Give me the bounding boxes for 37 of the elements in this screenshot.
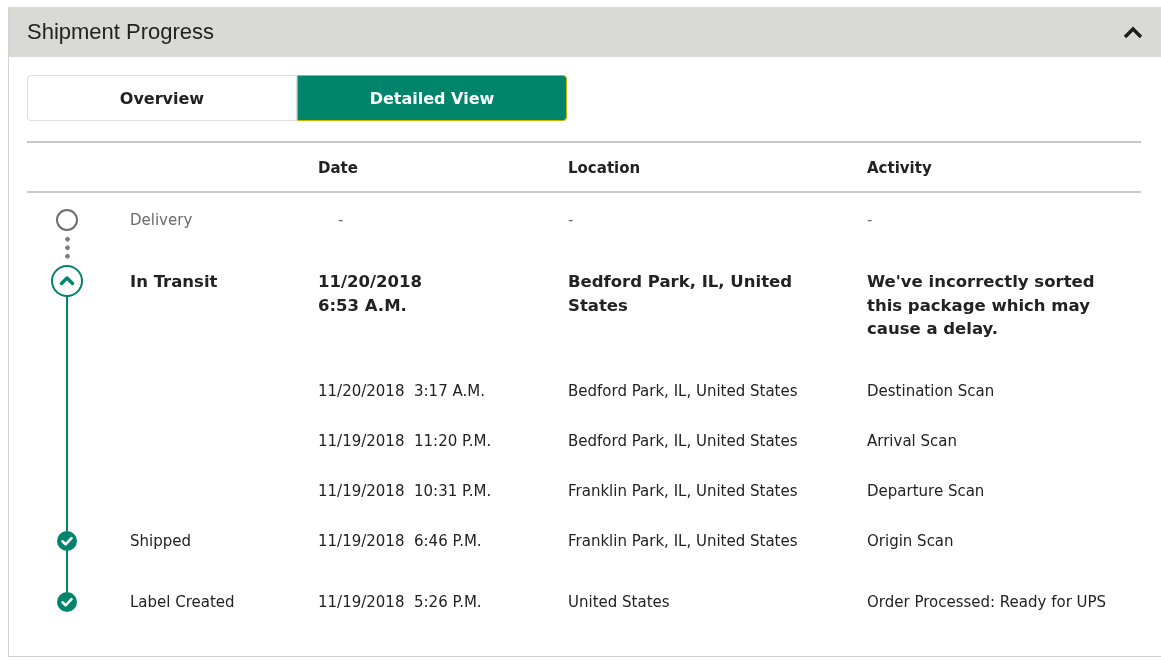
date-time-text: 11/19/2018 11:20 P.M.: [318, 431, 492, 450]
location-text: Bedford Park, IL, United States: [568, 272, 794, 315]
status-text: Label Created: [130, 592, 235, 611]
location-text: -: [568, 211, 574, 229]
chevron-up-circle-icon: [51, 265, 83, 297]
check-circle-icon: [57, 591, 77, 612]
date-time-text: 11/20/2018 6:53 A.M.: [318, 272, 423, 315]
activity-text: -: [867, 211, 873, 229]
activity-text: Order Processed: Ready for UPS: [867, 592, 1107, 611]
location-text: Franklin Park, IL, United States: [568, 531, 798, 550]
location-text: United States: [568, 592, 670, 611]
date-time-text: -: [338, 211, 344, 229]
activity-text: Destination Scan: [867, 381, 995, 400]
panel-title: Shipment Progress: [27, 19, 215, 45]
column-header: Activity: [867, 158, 932, 179]
status-text: Delivery: [130, 211, 193, 229]
date-time-text: 11/19/2018 10:31 P.M.: [318, 481, 492, 500]
activity-text: We've incorrectly sorted this package which may cause a delay.: [867, 272, 1096, 338]
activity-text: Arrival Scan: [867, 431, 957, 450]
chevron-up-icon[interactable]: [1123, 25, 1143, 39]
column-header: Location: [568, 158, 641, 179]
location-text: Bedford Park, IL, United States: [568, 431, 798, 450]
date-time-text: 11/20/2018 3:17 A.M.: [318, 381, 485, 400]
view-tab[interactable]: Overview: [27, 75, 297, 121]
date-time-text: 11/19/2018 5:26 P.M.: [318, 592, 482, 611]
activity-text: Departure Scan: [867, 481, 985, 500]
check-circle-icon: [57, 530, 77, 551]
status-text: In Transit: [130, 272, 218, 291]
empty-circle-icon: [56, 209, 78, 231]
date-time-text: 11/19/2018 6:46 P.M.: [318, 531, 482, 550]
dotted-connector: [64, 235, 70, 262]
status-text: Shipped: [130, 531, 191, 550]
location-text: Bedford Park, IL, United States: [568, 381, 798, 400]
view-tab[interactable]: Detailed View: [297, 75, 567, 121]
location-text: Franklin Park, IL, United States: [568, 481, 798, 500]
column-header: Date: [318, 158, 358, 179]
activity-text: Origin Scan: [867, 531, 954, 550]
